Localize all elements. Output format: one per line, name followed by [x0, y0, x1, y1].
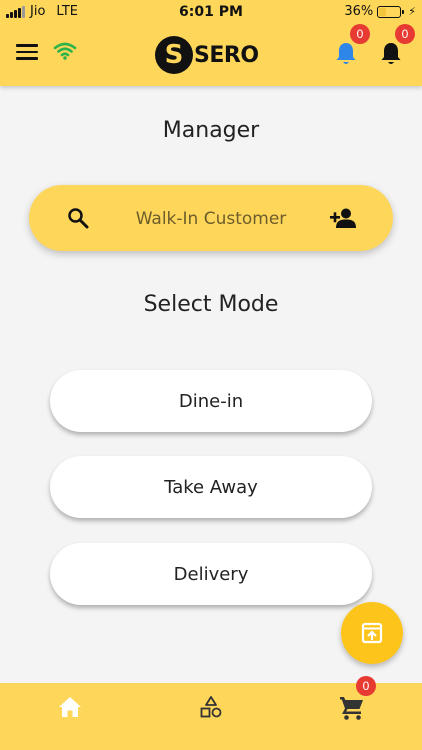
logo-text: SERO [194, 42, 259, 68]
bell-icon[interactable] [334, 41, 358, 67]
bell-icon[interactable] [379, 41, 403, 67]
notification-badge: 0 [350, 24, 370, 44]
search-icon[interactable] [67, 207, 89, 229]
open-orders-button[interactable] [341, 602, 403, 664]
battery-icon [377, 5, 405, 18]
home-icon[interactable] [58, 696, 82, 718]
cart-badge: 0 [356, 676, 376, 696]
delivery-button[interactable]: Delivery [50, 543, 372, 605]
cart-icon[interactable] [339, 695, 365, 721]
charging-bolt-icon: ⚡ [408, 5, 416, 18]
battery-fill [379, 7, 387, 16]
take-away-button[interactable]: Take Away [50, 456, 372, 518]
app-bar: S SERO 0 0 [0, 24, 422, 86]
status-bar: Jio LTE 6:01 PM 36% ⚡ [0, 0, 422, 24]
category-shapes-icon[interactable] [199, 695, 223, 719]
notification-badge: 0 [395, 24, 415, 44]
menu-icon[interactable] [16, 44, 38, 60]
add-customer-icon[interactable] [329, 207, 357, 229]
section-title: Select Mode [143, 292, 279, 317]
sero-logo: S SERO [155, 36, 259, 74]
battery-percent: 36% [344, 4, 374, 19]
app-header: Jio LTE 6:01 PM 36% ⚡ S SERO 0 0 [0, 0, 422, 86]
wifi-icon [53, 42, 77, 60]
open-in-browser-icon [361, 622, 383, 644]
bottom-navigation: 0 [0, 676, 422, 750]
page-title: Manager [162, 118, 260, 143]
customer-label: Walk-In Customer [135, 209, 287, 229]
customer-selector[interactable]: Walk-In Customer [29, 185, 393, 251]
logo-mark: S [155, 36, 193, 74]
status-right: 36% ⚡ [344, 4, 416, 19]
dine-in-button[interactable]: Dine-in [50, 370, 372, 432]
